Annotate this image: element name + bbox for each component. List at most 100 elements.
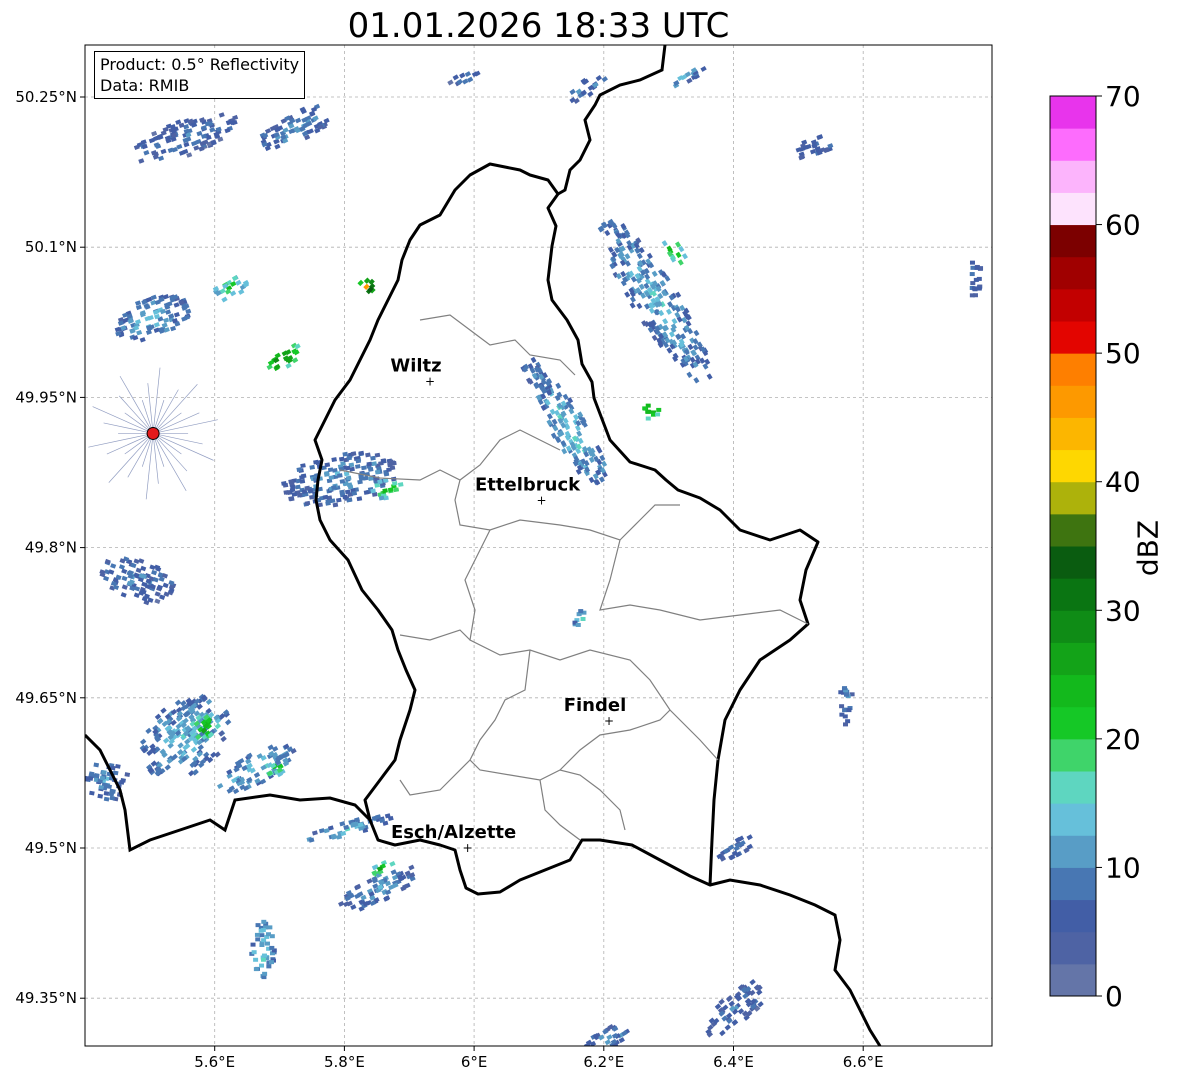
reflectivity-pixel: [261, 953, 267, 958]
reflectivity-pixel: [839, 704, 845, 709]
reflectivity-pixel: [381, 458, 387, 464]
reflectivity-pixel: [262, 971, 268, 976]
reflectivity-pixel: [846, 708, 852, 713]
reflectivity-pixel: [255, 923, 261, 928]
reflectivity-pixel: [344, 489, 351, 495]
reflectivity-pixel: [254, 932, 260, 937]
colorbar-segment: [1050, 771, 1096, 804]
product-label: Product: 0.5° Reflectivity: [100, 55, 300, 74]
colorbar: 0 10 20 30 40 50 60 70: [1049, 80, 1141, 1013]
reflectivity-pixel: [259, 933, 265, 938]
lat-tick-label: 50.25°N: [15, 88, 77, 106]
reflectivity-pixel: [109, 795, 116, 801]
colorbar-segment: [1050, 353, 1096, 386]
reflectivity-pixel: [378, 495, 385, 501]
reflectivity-pixel: [642, 406, 648, 411]
city-marker: +: [537, 494, 547, 508]
radar-map: +Wiltz+Ettelbruck+Findel+Esch/Alzette 50…: [15, 44, 1141, 1071]
colorbar-segment: [1050, 224, 1096, 258]
reflectivity-pixel: [99, 775, 106, 781]
colorbar-segment: [1050, 835, 1096, 868]
city-marker: +: [463, 841, 473, 855]
reflectivity-pixel: [288, 479, 294, 484]
colorbar-segment: [1050, 867, 1096, 901]
reflectivity-pixel: [269, 960, 275, 965]
city-label: Esch/Alzette: [391, 822, 516, 843]
reflectivity-pixel: [331, 485, 337, 490]
reflectivity-pixel: [299, 478, 306, 484]
reflectivity-pixel: [259, 942, 265, 947]
reflectivity-pixel: [296, 467, 303, 472]
reflectivity-pixel: [969, 260, 975, 265]
reflectivity-pixel: [89, 790, 95, 796]
lat-tick-label: 49.35°N: [15, 989, 77, 1007]
reflectivity-pixel: [322, 494, 329, 500]
colorbar-tick-label: 60: [1105, 209, 1141, 242]
reflectivity-pixel: [345, 475, 352, 481]
colorbar-segment: [1050, 513, 1096, 547]
reflectivity-pixel: [578, 609, 584, 614]
reflectivity-pixel: [324, 462, 331, 468]
reflectivity-pixel: [371, 461, 377, 467]
colorbar-segment: [1050, 963, 1096, 997]
reflectivity-pixel: [391, 480, 398, 486]
lat-tick-label: 49.8°N: [25, 539, 77, 557]
reflectivity-pixel: [969, 272, 975, 277]
colorbar-tick-label: 50: [1105, 337, 1141, 370]
colorbar-segment: [1050, 288, 1096, 322]
reflectivity-pixel: [101, 769, 107, 775]
lon-tick-label: 6°E: [461, 1053, 488, 1071]
reflectivity-pixel: [266, 964, 272, 969]
reflectivity-pixel: [397, 482, 404, 487]
reflectivity-pixel: [331, 457, 337, 462]
reflectivity-pixel: [580, 616, 586, 621]
reflectivity-pixel: [843, 692, 849, 697]
colorbar-segment: [1050, 706, 1096, 740]
reflectivity-pixel: [327, 467, 334, 473]
reflectivity-pixel: [325, 500, 331, 506]
reflectivity-pixel: [346, 455, 353, 461]
colorbar-segment: [1050, 899, 1096, 933]
reflectivity-pixel: [338, 456, 345, 462]
reflectivity-pixel: [97, 793, 104, 799]
reflectivity-pixel: [645, 416, 651, 421]
lon-tick-label: 5.8°E: [324, 1053, 365, 1071]
city-label: Ettelbruck: [475, 475, 581, 496]
lon-tick-label: 6.4°E: [713, 1053, 754, 1071]
product-info-box: Product: 0.5° Reflectivity Data: RMIB: [94, 51, 306, 99]
reflectivity-pixel: [347, 484, 354, 490]
reflectivity-pixel: [350, 451, 357, 457]
reflectivity-pixel: [265, 941, 271, 946]
colorbar-label: dBZ: [1131, 519, 1165, 577]
map-background: [85, 45, 992, 1046]
colorbar-tick-label: 20: [1105, 723, 1141, 756]
reflectivity-pixel: [304, 485, 311, 491]
reflectivity-pixel: [253, 967, 259, 972]
reflectivity-pixel: [383, 471, 390, 477]
reflectivity-pixel: [335, 497, 342, 503]
reflectivity-pixel: [339, 478, 346, 484]
colorbar-tick-label: 40: [1105, 466, 1141, 499]
colorbar-segment: [1050, 642, 1096, 676]
radar-site-marker: [146, 426, 160, 440]
reflectivity-pixel: [377, 479, 383, 485]
reflectivity-pixel: [106, 784, 112, 790]
reflectivity-pixel: [387, 462, 393, 468]
reflectivity-pixel: [351, 490, 358, 496]
city-label: Wiltz: [390, 355, 441, 376]
reflectivity-pixel: [251, 950, 257, 955]
reflectivity-pixel: [393, 487, 400, 493]
reflectivity-pixel: [974, 265, 980, 270]
reflectivity-pixel: [87, 776, 94, 781]
reflectivity-pixel: [291, 491, 298, 497]
reflectivity-pixel: [332, 502, 339, 508]
reflectivity-pixel: [973, 277, 979, 282]
reflectivity-pixel: [253, 957, 259, 962]
colorbar-segment: [1050, 192, 1096, 226]
reflectivity-pixel: [261, 919, 267, 924]
lon-tick-label: 6.6°E: [843, 1053, 884, 1071]
reflectivity-pixel: [976, 286, 982, 291]
reflectivity-pixel: [370, 488, 376, 494]
reflectivity-pixel: [93, 762, 100, 768]
reflectivity-pixel: [110, 788, 116, 794]
